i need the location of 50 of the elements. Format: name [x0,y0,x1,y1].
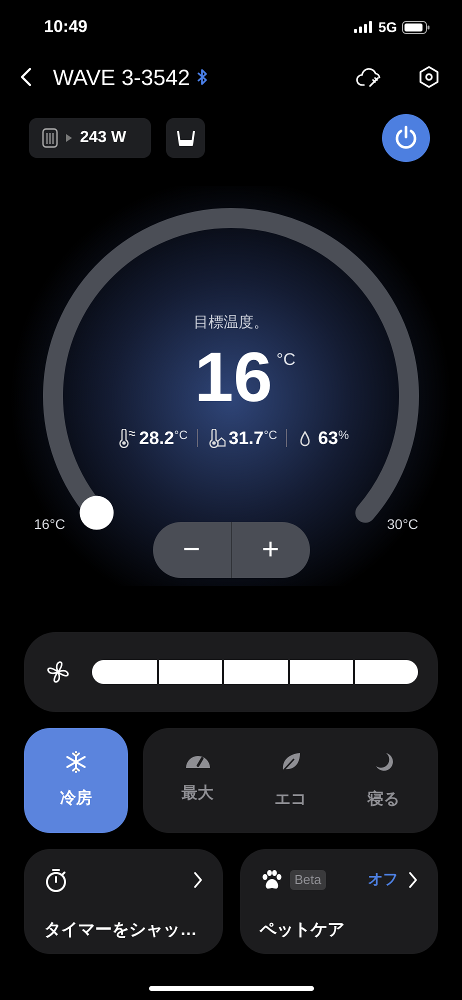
fan-icon [46,660,70,684]
power-chip[interactable]: 243 W [29,118,151,158]
power-icon [393,125,419,151]
power-station-icon [42,128,58,148]
battery-icon [402,20,430,34]
power-value: 243 W [80,128,126,148]
card-title: ペットケア [260,919,346,941]
target-temperature: 16 [194,340,272,412]
min-temperature: 16°C [34,515,66,534]
water-tank-button[interactable] [166,118,205,158]
increase-button[interactable]: + [232,522,310,578]
reading-unit: °C [174,426,188,444]
chevron-right-icon [408,871,418,889]
clock-time: 10:49 [44,16,88,38]
snowflake-icon [64,750,88,774]
card-title: タイマーをシャッ… [44,919,198,941]
back-icon [20,67,32,87]
mode-button[interactable]: 最大 [162,736,234,826]
decrease-button[interactable]: − [152,522,230,578]
play-arrow-icon [66,134,72,142]
reading-value: 28.2 [139,426,174,450]
pet-care-card[interactable]: Beta オフ ペットケア [240,849,438,954]
reading-value: 31.7 [228,426,264,450]
chevron-right-icon [192,871,202,889]
target-label: 目標温度。 [194,313,268,333]
device-title: WAVE 3-3542 [53,64,190,92]
reading-value: 63 [318,426,338,450]
beta-badge: Beta [290,870,326,890]
fan-speed-slider[interactable] [92,660,418,684]
settings-icon [418,65,440,89]
reading-unit: % [338,426,349,444]
slider-thumb[interactable] [80,496,114,530]
mode-button[interactable]: 寝る [348,736,420,826]
paw-icon [260,869,284,891]
thermometer-wind-icon [117,428,136,448]
signal-icon [354,21,374,33]
stopwatch-icon [44,867,68,893]
cloud-plug-icon [356,66,382,88]
network-label: 5G [378,18,397,36]
container-icon [176,130,196,146]
power-button[interactable] [382,114,430,162]
timer-card[interactable]: タイマーをシャッ… [24,849,222,954]
gauge-icon [186,756,210,768]
temperature-unit: °C [276,348,296,370]
cool-mode-button[interactable]: 冷房 [24,728,128,833]
max-temperature: 30°C [387,515,418,534]
status-text: オフ [368,870,398,890]
reading-unit: °C [264,426,278,444]
thermometer-house-icon [206,428,226,448]
mode-button[interactable]: エコ [254,736,326,826]
